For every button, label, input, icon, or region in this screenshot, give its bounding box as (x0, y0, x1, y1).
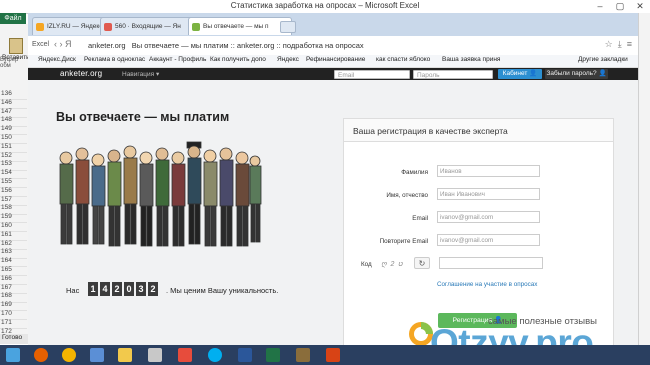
new-tab-button[interactable] (280, 21, 296, 33)
clipboard-group-label: Буфер обм (0, 57, 19, 69)
captcha-input[interactable] (439, 257, 543, 269)
excel-titlebar: Статистика заработка на опросах – Micros… (0, 0, 650, 14)
browser-tab[interactable]: 560 · Входящие — Ян× (100, 17, 202, 35)
email-input[interactable]: ivanov@gmail.com (437, 211, 540, 223)
file-tab[interactable]: Файл (0, 13, 26, 24)
registration-title: Ваша регистрация в качестве эксперта (353, 126, 508, 136)
media-icon[interactable] (90, 348, 104, 362)
user-icon: 👤 (598, 70, 607, 77)
firefox-icon[interactable] (34, 348, 48, 362)
browser-window: IZLY.RU — Яндекс.но× 560 · Входящие — Ян… (28, 13, 638, 345)
user-icon: 👤 (529, 70, 538, 77)
site-logo[interactable]: anketer.org (60, 69, 102, 78)
counter-digit: 1 (88, 282, 98, 296)
back-forward-icon[interactable]: ‹ › Я (54, 39, 72, 49)
nav-dropdown[interactable]: Навигация ▾ (122, 70, 159, 78)
bookmark-item[interactable]: Аккаунт - Профиль (149, 56, 206, 63)
forgot-password-button[interactable]: Забыли пароль? 👤 (545, 69, 608, 79)
tab-bar: IZLY.RU — Яндекс.но× 560 · Входящие — Ян… (28, 13, 638, 36)
bookmark-item[interactable]: Ваша заявка приня (442, 56, 500, 63)
email-label: Email (412, 215, 428, 222)
star-icon[interactable]: ☆ (605, 39, 613, 49)
url-field[interactable]: anketer.org Вы отвечаете — мы платим :: … (88, 41, 364, 50)
registration-panel: Ваша регистрация в качестве эксперта Фам… (343, 118, 614, 345)
counter-digit: 4 (100, 282, 110, 296)
counter-digit: 0 (124, 282, 134, 296)
bookmark-item[interactable]: Реклама в одноклас (84, 56, 145, 63)
counter-digit: 3 (136, 282, 146, 296)
game-icon[interactable] (296, 348, 310, 362)
tab-favicon-icon (104, 23, 112, 31)
folder-icon[interactable] (118, 348, 132, 362)
email-repeat-label: Повторите Email (379, 238, 428, 245)
web-page: anketer.org Навигация ▾ Email Пароль Каб… (28, 68, 638, 345)
email-repeat-input[interactable]: ivanov@gmail.com (437, 234, 540, 246)
cabinet-button[interactable]: Кабинет 👤 (498, 69, 542, 79)
url-host: anketer.org (88, 41, 126, 50)
app-icon[interactable] (326, 348, 340, 362)
close-icon[interactable]: ✕ (630, 0, 650, 13)
page-title-in-url: Вы отвечаете — мы платим :: anketer.org … (131, 41, 364, 50)
figures-group-icon (59, 141, 262, 247)
address-actions: ☆ ⤓ ≡ (605, 39, 632, 50)
minimize-icon[interactable]: – (590, 0, 610, 13)
user-counter: Нас 1 4 2 0 3 2 . Мы ценим Вашу уникальн… (56, 280, 336, 302)
tab-favicon-icon (36, 23, 44, 31)
surname-label: Фамилия (401, 169, 428, 176)
hero-title: Вы отвечаете — мы платим (56, 110, 230, 124)
address-bar: Excel ‹ › Я anketer.org Вы отвечаете — м… (28, 36, 638, 56)
people-illustration (59, 141, 262, 247)
counter-digit: 2 (148, 282, 158, 296)
bookmarks-bar: Яндекс.Диск Реклама в одноклас Аккаунт -… (28, 55, 638, 68)
windows-start-icon[interactable] (6, 348, 20, 362)
status-text: Готово (0, 334, 30, 344)
address-prefix: Excel (32, 41, 50, 48)
captcha-label: Код (361, 261, 372, 268)
counter-prefix: Нас (66, 286, 80, 295)
agreement-link[interactable]: Соглашение на участие в опросах (437, 281, 537, 288)
word-icon[interactable] (238, 348, 252, 362)
clipboard-icon (9, 38, 23, 54)
surname-input[interactable]: Иванов (437, 165, 540, 177)
window-title: Статистика заработка на опросах – Micros… (230, 1, 420, 10)
caret-down-icon: ▾ (155, 71, 160, 78)
skype-icon[interactable] (208, 348, 222, 362)
site-navbar: anketer.org Навигация ▾ Email Пароль Каб… (28, 68, 638, 80)
tab-favicon-icon (192, 23, 200, 31)
bookmark-other[interactable]: Другие закладки (578, 56, 628, 63)
counter-suffix: . Мы ценим Вашу уникальность. (166, 286, 279, 295)
app-icon[interactable] (148, 348, 162, 362)
login-password-input[interactable]: Пароль (413, 69, 493, 79)
counter-digit: 2 (112, 282, 122, 296)
name-input[interactable]: Иван Иванович (437, 188, 540, 200)
browser-tab-active[interactable]: Вы отвечаете — мы п× (188, 17, 292, 35)
login-email-input[interactable]: Email (334, 69, 410, 79)
refresh-icon[interactable]: ↻ (414, 257, 430, 269)
download-icon[interactable]: ⤓ (618, 39, 622, 49)
registration-header: Ваша регистрация в качестве эксперта (344, 119, 613, 142)
maximize-icon[interactable]: ▢ (610, 0, 630, 13)
bookmark-item[interactable]: Яндекс (277, 56, 299, 63)
excel-left-panel: Вставить Буфер обм 136 146 147 148 149 150 151… (0, 24, 30, 356)
bookmark-item[interactable]: Рефинансирование (306, 56, 365, 63)
bookmark-item[interactable]: Яндекс.Диск (38, 56, 76, 63)
chrome-icon[interactable] (62, 348, 76, 362)
excel-right-scroll[interactable] (638, 13, 650, 345)
windows-taskbar (0, 345, 650, 365)
yandex-browser-icon[interactable] (178, 348, 192, 362)
menu-icon[interactable]: ≡ (627, 39, 632, 49)
captcha-image: ღ ט 2 (381, 261, 404, 268)
excel-icon[interactable] (266, 348, 280, 362)
name-label: Имя, отчество (386, 192, 428, 199)
bookmark-item[interactable]: Как получить допо (210, 56, 266, 63)
bookmark-item[interactable]: как спасти яблоко (376, 56, 430, 63)
